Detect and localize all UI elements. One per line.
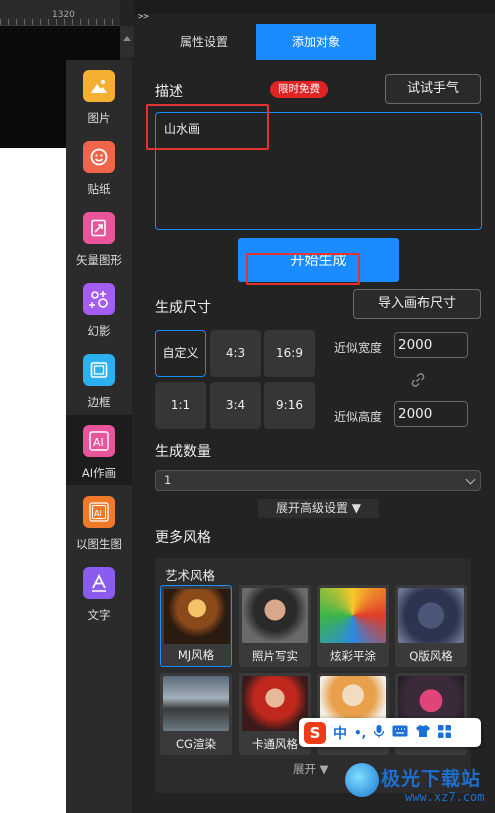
- highlight-annotation: [246, 253, 360, 285]
- style-label: 炫彩平涂: [330, 649, 376, 663]
- sidebar-item-label: 贴纸: [87, 182, 111, 196]
- ratio-custom-button[interactable]: 自定义: [155, 330, 206, 377]
- count-select[interactable]: 1: [155, 470, 481, 491]
- sidebar-item-label: 幻影: [87, 324, 111, 338]
- style-label: MJ风格: [177, 648, 215, 662]
- image-to-image-icon: AI: [83, 496, 115, 528]
- collapse-panel-button[interactable]: >>: [138, 12, 149, 22]
- ime-punctuation-toggle[interactable]: •,: [354, 726, 366, 740]
- ai-paint-panel: 描述 限时免费 试试手气 山水画 开始生成 生成尺寸 导入画布尺寸 自定义 4:…: [145, 60, 495, 813]
- canvas-white-area[interactable]: [0, 148, 66, 813]
- watermark-brand: 极光下载站: [381, 768, 482, 790]
- expand-styles-button[interactable]: 展开 ▼: [293, 761, 329, 777]
- style-thumbnail: [242, 588, 308, 643]
- keyboard-icon[interactable]: [392, 725, 408, 740]
- size-title: 生成尺寸: [155, 300, 211, 316]
- highlight-annotation: [146, 104, 269, 150]
- style-card-flat[interactable]: 炫彩平涂: [317, 585, 389, 667]
- sidebar-item-text[interactable]: 文字: [66, 557, 132, 627]
- style-label: Q版风格: [409, 649, 453, 663]
- style-label: 照片写实: [252, 649, 298, 663]
- sidebar-item-vector[interactable]: 矢量图形: [66, 202, 132, 272]
- style-label: CG渲染: [176, 737, 216, 751]
- watermark-logo-icon: [345, 763, 379, 797]
- sidebar-item-label: 以图生图: [76, 537, 122, 551]
- ime-toolbar: S 中 •,: [299, 718, 481, 747]
- sidebar-item-image-to-image[interactable]: AI 以图生图: [66, 486, 132, 556]
- try-luck-button[interactable]: 试试手气: [385, 74, 481, 104]
- sidebar-item-frame[interactable]: 边框: [66, 344, 132, 414]
- sidebar-item-label: 文字: [87, 608, 111, 622]
- image-icon: [83, 70, 115, 102]
- toolbox-grid-icon[interactable]: [438, 724, 452, 741]
- frame-icon: [83, 354, 115, 386]
- import-canvas-size-button[interactable]: 导入画布尺寸: [353, 289, 481, 319]
- microphone-icon[interactable]: [373, 724, 385, 741]
- width-input[interactable]: 2000: [394, 332, 468, 358]
- chevron-down-icon: [465, 474, 476, 485]
- ratio-1-1-button[interactable]: 1:1: [155, 382, 206, 429]
- free-badge: 限时免费: [270, 81, 328, 98]
- scroll-up-button[interactable]: [120, 26, 134, 58]
- sidebar-item-sticker[interactable]: 贴纸: [66, 131, 132, 201]
- watermark-url: www.xz7.com: [405, 790, 485, 804]
- sidebar-item-label: 边框: [87, 395, 111, 409]
- style-gallery: 艺术风格 MJ风格 照片写实 炫彩平涂 Q版风格 CG渲染 卡通风格: [155, 558, 471, 793]
- top-bar: [134, 0, 495, 14]
- sidebar-item-label: 矢量图形: [76, 253, 122, 267]
- sidebar-item-label: 图片: [87, 111, 111, 125]
- chevron-up-icon: [123, 36, 131, 41]
- ime-mode-toggle[interactable]: 中: [333, 723, 347, 743]
- style-thumbnail: [398, 588, 464, 643]
- style-card-cg[interactable]: CG渲染: [160, 673, 232, 755]
- link-icon[interactable]: [410, 372, 426, 391]
- sidebar-item-ai-paint[interactable]: AI AI作画: [66, 415, 132, 485]
- ratio-16-9-button[interactable]: 16:9: [264, 330, 315, 377]
- phantom-icon: [83, 283, 115, 315]
- describe-title: 描述: [155, 84, 183, 100]
- expand-advanced-button[interactable]: 展开高级设置 ▼: [258, 499, 379, 518]
- style-card-q[interactable]: Q版风格: [395, 585, 467, 667]
- height-input[interactable]: 2000: [394, 401, 468, 427]
- style-thumbnail: [320, 588, 386, 643]
- ime-logo-icon[interactable]: S: [304, 721, 326, 744]
- watermark: 极光下载站 www.xz7.com: [345, 760, 495, 810]
- style-card-photo[interactable]: 照片写实: [239, 585, 311, 667]
- styles-title: 更多风格: [155, 530, 211, 546]
- width-label: 近似宽度: [334, 341, 383, 355]
- tab-add-object[interactable]: 添加对象: [256, 24, 376, 60]
- vector-icon: [83, 212, 115, 244]
- height-label: 近似高度: [334, 410, 383, 424]
- sidebar-item-label: AI作画: [81, 466, 117, 480]
- count-title: 生成数量: [155, 444, 211, 460]
- ratio-9-16-button[interactable]: 9:16: [264, 382, 315, 429]
- tab-properties[interactable]: 属性设置: [154, 24, 254, 60]
- svg-text:AI: AI: [93, 436, 104, 449]
- style-thumbnail: [163, 676, 229, 731]
- ratio-4-3-button[interactable]: 4:3: [210, 330, 261, 377]
- horizontal-ruler: 1320: [0, 0, 120, 26]
- object-sidebar: 图片 贴纸 矢量图形 幻影 边框 AI AI作画 AI 以图生图 文字: [66, 60, 132, 813]
- sidebar-item-image[interactable]: 图片: [66, 60, 132, 130]
- svg-text:AI: AI: [94, 509, 102, 518]
- skin-shirt-icon[interactable]: [415, 724, 431, 741]
- ruler-ticks: [0, 19, 120, 25]
- text-icon: [83, 567, 115, 599]
- ratio-3-4-button[interactable]: 3:4: [210, 382, 261, 429]
- style-card-mj[interactable]: MJ风格: [160, 585, 232, 667]
- sidebar-item-phantom[interactable]: 幻影: [66, 273, 132, 343]
- style-category-label: 艺术风格: [165, 568, 216, 583]
- style-thumbnail: [164, 589, 230, 644]
- ai-paint-icon: AI: [83, 425, 115, 457]
- sticker-icon: [83, 141, 115, 173]
- count-value: 1: [164, 473, 172, 487]
- panel-tabs: 属性设置 添加对象: [134, 24, 495, 60]
